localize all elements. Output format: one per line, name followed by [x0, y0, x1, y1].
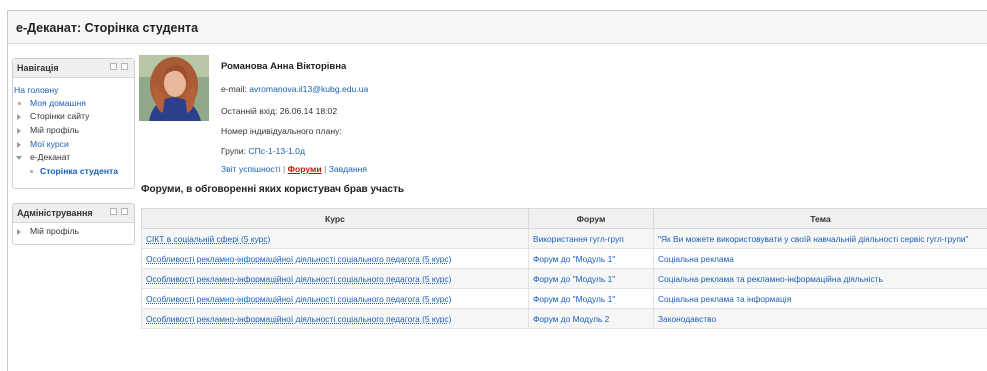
collapse-block-icon[interactable] [110, 63, 117, 70]
course-link[interactable]: Особливості рекламно-інформаційної діяль… [146, 314, 451, 324]
table-header-row: Курс Форум Тема [142, 209, 987, 229]
administration-block: Адміністрування [12, 203, 135, 245]
navigation-block-controls [110, 63, 128, 70]
nav-item-my-courses[interactable]: Мої курси [30, 139, 69, 149]
admin-item-my-profile[interactable]: Мій профіль [30, 226, 79, 236]
page-title: е-Деканат: Сторінка студента [16, 21, 198, 35]
nav-item-e-dekanat[interactable]: е-Деканат [30, 152, 70, 162]
topic-link[interactable]: Соціальна реклама та рекламно-інформацій… [658, 274, 883, 284]
administration-block-header: Адміністрування [13, 204, 134, 223]
expand-arrow-icon[interactable] [17, 142, 21, 148]
table-row: Особливості рекламно-інформаційної діяль… [142, 269, 987, 289]
topic-link[interactable]: Соціальна реклама [658, 254, 734, 264]
bullet-icon [30, 170, 33, 173]
column-header-topic[interactable]: Тема [654, 209, 987, 229]
forum-link[interactable]: Форум до Модуль 2 [533, 314, 609, 324]
separator: | [324, 164, 326, 174]
expand-arrow-icon[interactable] [17, 128, 21, 134]
table-row: Особливості рекламно-інформаційної діяль… [142, 249, 987, 269]
nav-item-site-pages[interactable]: Сторінки сайту [30, 111, 89, 121]
forum-link[interactable]: Форум до "Модуль 1" [533, 274, 615, 284]
dock-block-icon[interactable] [121, 208, 128, 215]
administration-block-title: Адміністрування [17, 208, 93, 218]
navigation-block-header: Навігація [13, 59, 134, 78]
course-link[interactable]: СІКТ в соціальній сфері (5 курс) [146, 234, 270, 244]
separator: | [283, 164, 285, 174]
forum-link[interactable]: Форум до "Модуль 1" [533, 254, 615, 264]
topic-link[interactable]: Законодавство [658, 314, 716, 324]
table-row: Особливості рекламно-інформаційної діяль… [142, 309, 987, 329]
table-row: Особливості рекламно-інформаційної діяль… [142, 289, 987, 309]
student-links: Звіт успішності | Форуми | Завдання [221, 164, 367, 174]
table-row: СІКТ в соціальній сфері (5 курс) Викорис… [142, 229, 987, 249]
plan-number: Номер індивідуального плану: [221, 126, 342, 136]
collapse-block-icon[interactable] [110, 208, 117, 215]
student-photo [139, 55, 209, 121]
last-login: Останній вхід: 26.06.14 18:02 [221, 106, 337, 116]
forums-link[interactable]: Форуми [288, 164, 322, 174]
report-link[interactable]: Звіт успішності [221, 164, 281, 174]
collapse-arrow-icon[interactable] [16, 156, 22, 160]
topic-link[interactable]: Соціальна реклама та інформація [658, 294, 791, 304]
tasks-link[interactable]: Завдання [329, 164, 367, 174]
group-link[interactable]: СПс-1-13-1.0д [248, 146, 305, 156]
email-link[interactable]: avromanova.il13@kubg.edu.ua [249, 84, 368, 94]
dock-block-icon[interactable] [121, 63, 128, 70]
forum-link[interactable]: Форум до "Модуль 1" [533, 294, 615, 304]
nav-home-link[interactable]: На головну [14, 85, 58, 95]
forums-section-title: Форуми, в обговоренні яких користувач бр… [141, 184, 404, 195]
topic-link[interactable]: "Як Ви можете використовувати у своїй на… [658, 234, 969, 244]
nav-item-my-profile[interactable]: Мій профіль [30, 125, 79, 135]
course-link[interactable]: Особливості рекламно-інформаційної діяль… [146, 274, 451, 284]
course-link[interactable]: Особливості рекламно-інформаційної діяль… [146, 254, 451, 264]
administration-block-controls [110, 208, 128, 215]
column-header-course[interactable]: Курс [142, 209, 529, 229]
email-label: e-mail: [221, 84, 247, 94]
nav-item-student-page[interactable]: Сторінка студента [40, 166, 118, 176]
groups-label: Групи: [221, 146, 246, 156]
bullet-icon [18, 102, 21, 105]
course-link[interactable]: Особливості рекламно-інформаційної діяль… [146, 294, 451, 304]
email-row: e-mail: avromanova.il13@kubg.edu.ua [221, 84, 368, 94]
column-header-forum[interactable]: Форум [529, 209, 654, 229]
expand-arrow-icon[interactable] [17, 114, 21, 120]
forums-table: Курс Форум Тема СІКТ в соціальній сфері … [141, 208, 987, 329]
expand-arrow-icon[interactable] [17, 229, 21, 235]
student-name: Романова Анна Вікторівна [221, 61, 346, 72]
forum-link[interactable]: Використання гугл-груп [533, 234, 624, 244]
nav-item-my-home[interactable]: Моя домашня [30, 98, 86, 108]
groups-row: Групи: СПс-1-13-1.0д [221, 146, 305, 156]
navigation-block-title: Навігація [17, 63, 59, 73]
